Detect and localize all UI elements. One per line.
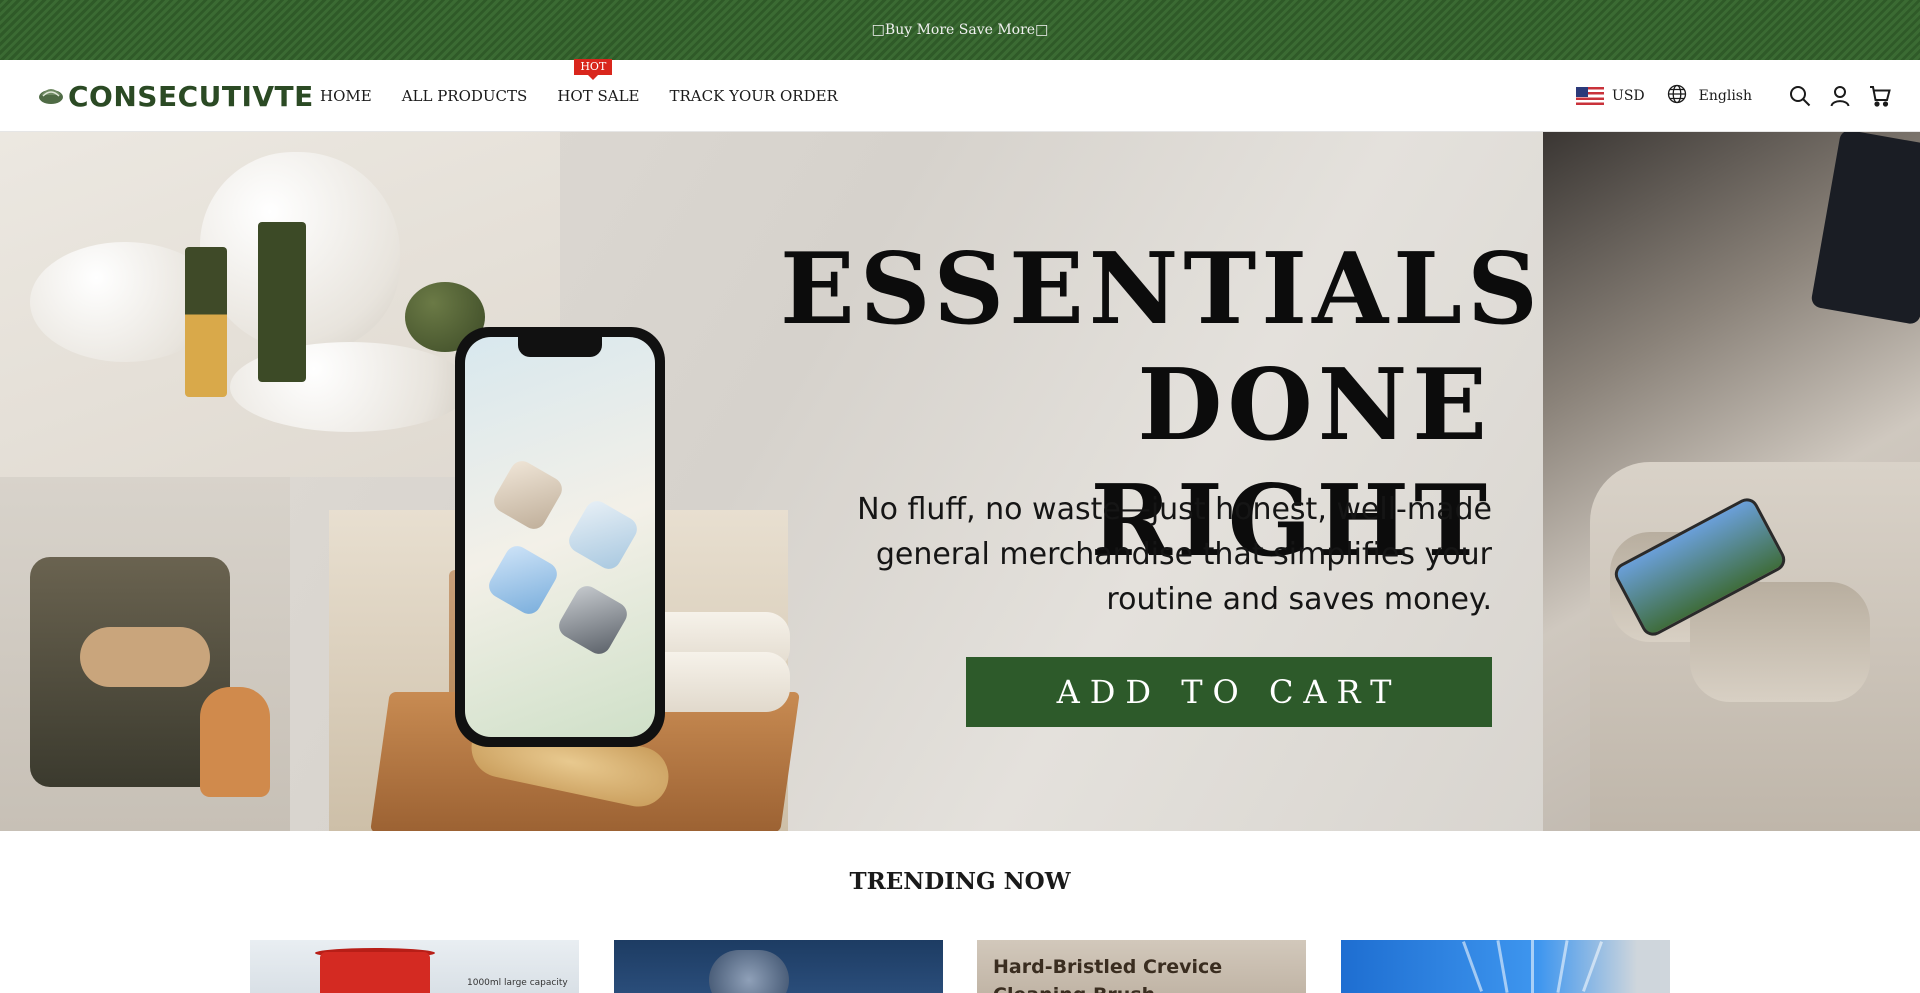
product-image-text: 1000ml large capacity bbox=[467, 978, 568, 988]
main-nav: HOME ALL PRODUCTS HOT SALE HOT TRACK YOU… bbox=[320, 59, 838, 132]
product-card[interactable]: 1000ml large capacity bbox=[250, 940, 579, 993]
product-card[interactable] bbox=[614, 940, 943, 993]
hero-image-camping-gear bbox=[0, 477, 290, 831]
nav-item-hot-sale[interactable]: HOT SALE HOT bbox=[557, 59, 640, 105]
logo-text: CONSECUTIVTE bbox=[68, 79, 314, 113]
mug-image bbox=[320, 952, 430, 993]
site-header: CONSECUTIVTE HOME ALL PRODUCTS HOT SALE … bbox=[0, 59, 1920, 132]
hero-subtitle-line1: No fluff, no waste—just honest, well-mad… bbox=[857, 492, 1492, 527]
hot-sale-label: HOT SALE bbox=[557, 87, 640, 105]
nav-item-track-order[interactable]: TRACK YOUR ORDER bbox=[670, 87, 838, 105]
product-image-text: Cleaning Brush bbox=[993, 984, 1155, 993]
currency-label: USD bbox=[1612, 88, 1645, 104]
language-selector[interactable]: English bbox=[1667, 84, 1752, 108]
logo-mark-icon bbox=[38, 83, 64, 109]
hero-banner: ESSENTIALS DONE RIGHT No fluff, no waste… bbox=[0, 132, 1920, 831]
account-icon[interactable] bbox=[1828, 84, 1852, 108]
add-to-cart-button[interactable]: ADD TO CART bbox=[966, 657, 1492, 727]
hot-badge: HOT bbox=[574, 59, 613, 80]
trending-title: TRENDING NOW bbox=[849, 868, 1071, 895]
hero-subtitle-line3: routine and saves money. bbox=[1106, 582, 1492, 617]
hero-title-line1: ESSENTIALS bbox=[780, 232, 1543, 347]
flag-us-icon bbox=[1576, 87, 1605, 105]
cart-icon[interactable] bbox=[1868, 84, 1892, 108]
header-actions: USD English bbox=[1576, 60, 1892, 132]
product-card[interactable]: Hard-Bristled Crevice Cleaning Brush bbox=[977, 940, 1306, 993]
currency-selector[interactable]: USD bbox=[1576, 87, 1645, 105]
announcement-text: □Buy More Save More□ bbox=[871, 22, 1049, 38]
logo[interactable]: CONSECUTIVTE bbox=[38, 79, 314, 113]
nav-item-all-products[interactable]: ALL PRODUCTS bbox=[402, 87, 528, 105]
hero-subtitle: No fluff, no waste—just honest, well-mad… bbox=[780, 487, 1492, 622]
hero-phone bbox=[455, 327, 665, 747]
globe-icon bbox=[1667, 84, 1687, 108]
product-image-text: Hard-Bristled Crevice bbox=[993, 956, 1223, 978]
nav-item-home[interactable]: HOME bbox=[320, 87, 372, 105]
hero-subtitle-line2: general merchandise that simplifies your bbox=[875, 537, 1492, 572]
language-label: English bbox=[1698, 88, 1752, 104]
search-icon[interactable] bbox=[1788, 84, 1812, 108]
product-card[interactable] bbox=[1341, 940, 1670, 993]
announcement-bar: □Buy More Save More□ bbox=[0, 0, 1920, 60]
product-image bbox=[709, 950, 789, 993]
